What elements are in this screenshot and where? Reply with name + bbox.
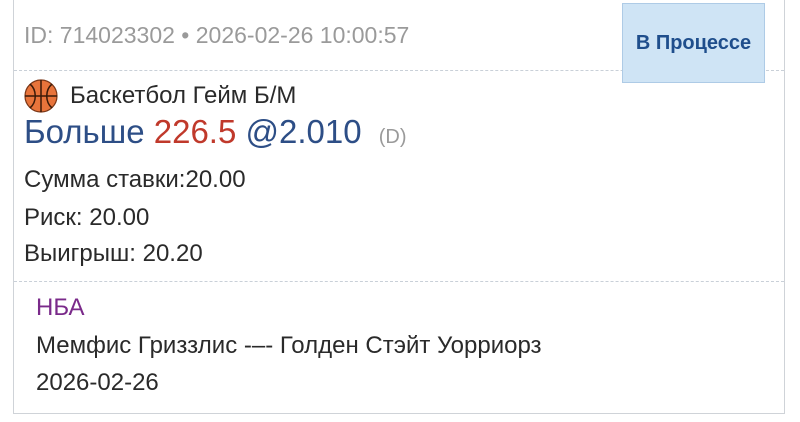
selection-line: Больше 226.5 @2.010 (D) [24,113,407,151]
stake-value: 20.00 [185,166,246,193]
basketball-icon [24,79,58,113]
match-name: Мемфис Гриззлис -–- Голден Стэйт Уорриор… [36,332,542,359]
stake-row: Сумма ставки:20.00 [24,166,246,194]
risk-row: Риск: 20.00 [24,204,149,232]
sport-row: Баскетбол Гейм Б/М [24,79,296,113]
bet-details: Баскетбол Гейм Б/М Больше 226.5 @2.010 (… [14,71,784,282]
meta-separator: • [181,22,190,48]
win-row: Выигрыш: 20.20 [24,240,203,268]
bet-meta: ID: 714023302 • 2026-02-26 10:00:57 [24,22,409,49]
league-name: НБА [36,294,85,321]
selection-line-value: 226.5 [153,113,237,150]
bet-card[interactable]: ID: 714023302 • 2026-02-26 10:00:57 В Пр… [13,0,785,414]
event-details: НБА Мемфис Гриззлис -–- Голден Стэйт Уор… [14,282,784,412]
risk-value: 20.00 [89,204,150,231]
odds-type: (D) [378,126,407,148]
bet-datetime: 2026-02-26 10:00:57 [195,22,410,48]
selection-name: Больше [24,113,145,150]
event-date: 2026-02-26 [36,369,159,396]
win-value: 20.20 [142,240,203,267]
bet-id: ID: 714023302 [24,22,175,48]
market-name: Баскетбол Гейм Б/М [70,82,297,109]
risk-label: Риск: [24,204,83,231]
selection-odds: @2.010 [245,113,362,150]
stake-label: Сумма ставки: [24,166,186,193]
win-label: Выигрыш: [24,240,136,267]
